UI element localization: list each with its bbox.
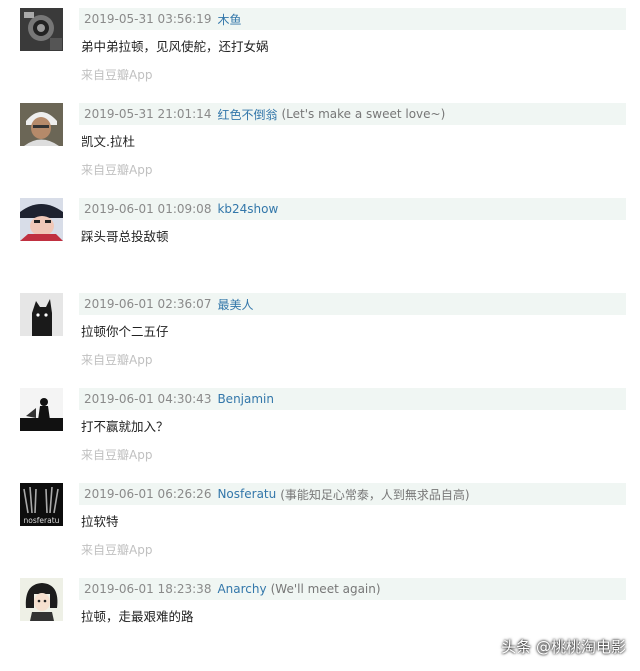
comment-time: 2019-06-01 18:23:38	[84, 582, 212, 596]
comment-username[interactable]: kb24show	[217, 202, 278, 216]
watermark: 头条 @桃桃淘电影	[501, 638, 626, 656]
comment-item: nosferatu 2019-06-01 06:26:26 Nosferatu …	[0, 475, 640, 570]
comment-source: 来自豆瓣App	[81, 68, 153, 82]
avatar[interactable]	[20, 8, 63, 51]
comment-time: 2019-06-01 01:09:08	[84, 202, 212, 216]
anime-girl-avatar-icon	[20, 578, 63, 621]
comment-text: 弟中弟拉顿，见风使舵，还打女娲	[81, 39, 269, 54]
comment-time: 2019-06-01 02:36:07	[84, 297, 212, 311]
person-portrait-avatar-icon	[20, 103, 63, 146]
comment-header: 2019-05-31 21:01:14 红色不倒翁 (Let's make a …	[79, 103, 626, 125]
comment-text: 拉软特	[81, 514, 119, 529]
comment-source: 来自豆瓣App	[81, 448, 153, 462]
gray-camera-avatar-icon	[20, 8, 63, 51]
comment-username[interactable]: Benjamin	[217, 392, 274, 406]
comment-text: 凯文.拉杜	[81, 134, 135, 149]
comment-text: 拉顿，走最艰难的路	[81, 609, 194, 624]
avatar[interactable]	[20, 103, 63, 146]
comment-signature: (We'll meet again)	[270, 582, 381, 596]
avatar[interactable]: nosferatu	[20, 483, 63, 526]
comment-header: 2019-05-31 03:56:19 木鱼	[79, 8, 626, 30]
comment-time: 2019-06-01 06:26:26	[84, 487, 212, 501]
comment-time: 2019-06-01 04:30:43	[84, 392, 212, 406]
comment-username[interactable]: 木鱼	[217, 11, 241, 28]
comment-username[interactable]: Anarchy	[217, 582, 266, 596]
comment-text: 拉顿你个二五仔	[81, 324, 169, 339]
comment-header: 2019-06-01 18:23:38 Anarchy (We'll meet …	[79, 578, 626, 600]
comment-header: 2019-06-01 01:09:08 kb24show	[79, 198, 626, 220]
comment-header: 2019-06-01 06:26:26 Nosferatu (事能知足心常泰，人…	[79, 483, 626, 505]
comment-text: 打不赢就加入？	[81, 419, 169, 434]
comment-time: 2019-05-31 03:56:19	[84, 12, 212, 26]
avatar-caption: nosferatu	[24, 516, 60, 525]
comment-item: 2019-06-01 02:36:07 最美人 拉顿你个二五仔 来自豆瓣App	[0, 285, 640, 380]
avatar[interactable]	[20, 578, 63, 621]
comment-source: 来自豆瓣App	[81, 543, 153, 557]
comment-text: 踩头哥总投敌顿	[81, 229, 169, 244]
comment-item: 2019-06-01 01:09:08 kb24show 踩头哥总投敌顿	[0, 190, 640, 285]
dog-silhouette-avatar-icon	[20, 293, 63, 336]
avatar[interactable]	[20, 293, 63, 336]
comment-item: 2019-05-31 21:01:14 红色不倒翁 (Let's make a …	[0, 95, 640, 190]
comment-time: 2019-05-31 21:01:14	[84, 107, 212, 121]
comment-username[interactable]: 红色不倒翁	[217, 106, 277, 123]
avatar[interactable]	[20, 198, 63, 241]
comment-signature: (事能知足心常泰，人到無求品自高)	[280, 487, 470, 502]
comment-signature: (Let's make a sweet love~)	[281, 107, 446, 121]
comment-header: 2019-06-01 02:36:07 最美人	[79, 293, 626, 315]
comment-source: 来自豆瓣App	[81, 163, 153, 177]
comment-username[interactable]: 最美人	[217, 296, 253, 313]
anime-character-avatar-icon	[20, 198, 63, 241]
comment-item: 2019-06-01 04:30:43 Benjamin 打不赢就加入？ 来自豆…	[0, 380, 640, 475]
avatar[interactable]	[20, 388, 63, 431]
comment-header: 2019-06-01 04:30:43 Benjamin	[79, 388, 626, 410]
comment-source: 来自豆瓣App	[81, 353, 153, 367]
nosferatu-avatar-icon: nosferatu	[20, 483, 63, 526]
black-white-scene-avatar-icon	[20, 388, 63, 431]
comment-username[interactable]: Nosferatu	[217, 487, 276, 501]
comment-item: 2019-05-31 03:56:19 木鱼 弟中弟拉顿，见风使舵，还打女娲 来…	[0, 0, 640, 95]
